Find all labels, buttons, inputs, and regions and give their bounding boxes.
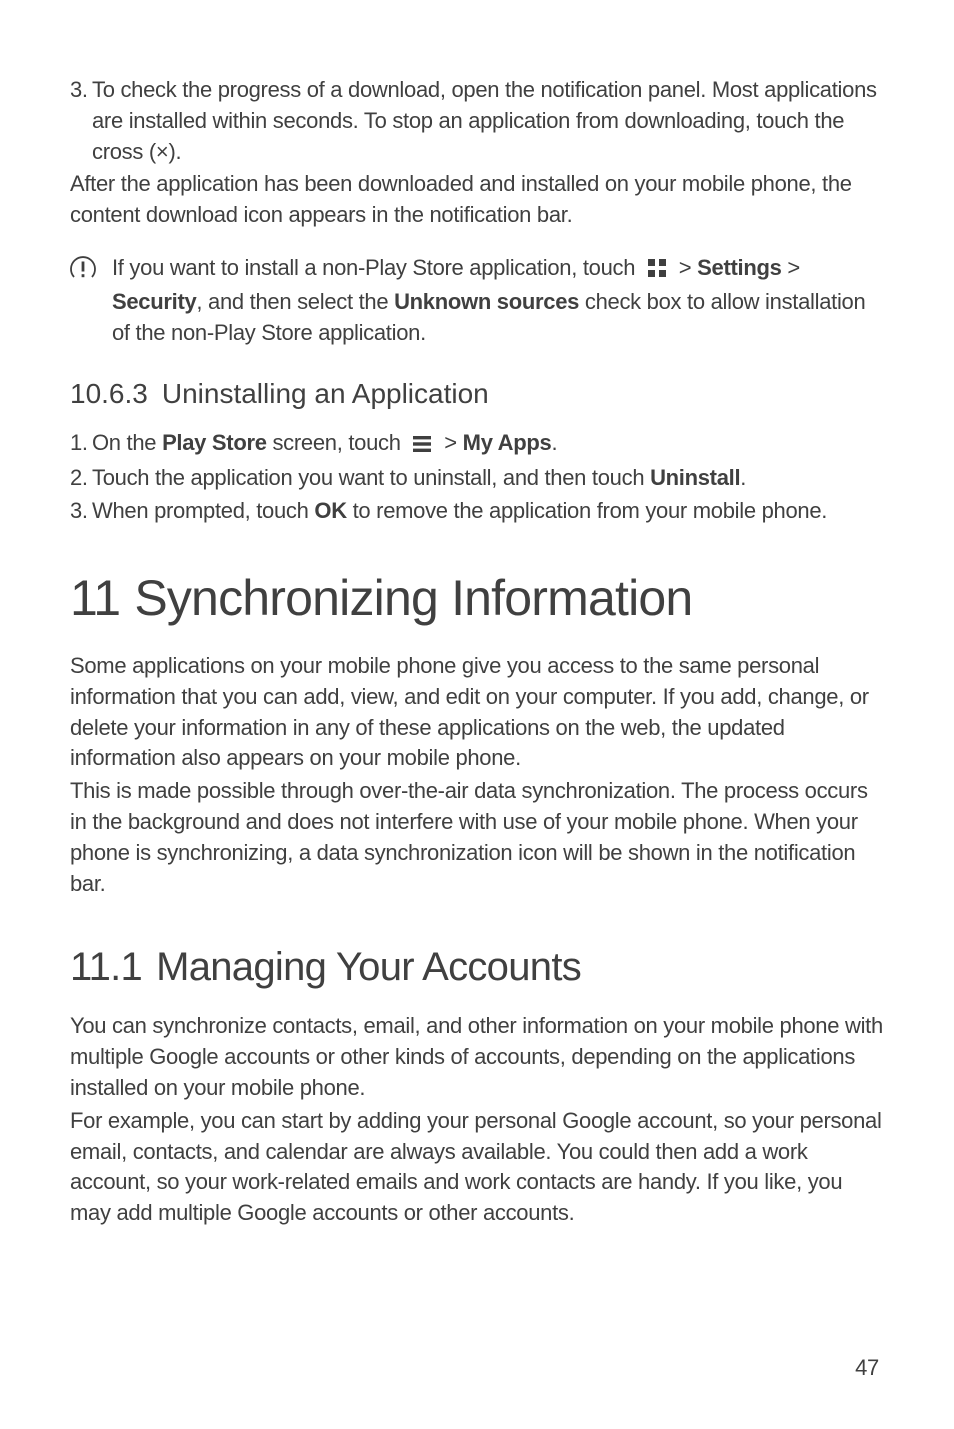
bold-settings: Settings	[697, 255, 781, 280]
heading-title: Synchronizing Information	[134, 570, 692, 626]
bold-uninstall: Uninstall	[650, 465, 740, 490]
paragraph-after-download: After the application has been downloade…	[70, 169, 884, 231]
step-number: 3.	[70, 496, 92, 527]
text: >	[782, 255, 800, 280]
step-number: 2.	[70, 463, 92, 494]
heading-title: Managing Your Accounts	[156, 945, 581, 989]
bold-play-store: Play Store	[162, 430, 267, 455]
heading-number: 11	[70, 563, 120, 633]
text: >	[673, 255, 697, 280]
apps-grid-icon	[647, 256, 667, 287]
heading-number: 10.6.3	[70, 374, 148, 413]
step-body: To check the progress of a download, ope…	[92, 75, 877, 167]
step-body: When prompted, touch OK to remove the ap…	[92, 496, 827, 527]
note-icon-wrap	[70, 253, 112, 348]
text: On the	[92, 430, 162, 455]
uninstall-step-3: 3. When prompted, touch OK to remove the…	[70, 496, 884, 527]
step-number: 3.	[70, 75, 92, 167]
text: When prompted, touch	[92, 498, 314, 523]
heading-title: Uninstalling an Application	[162, 378, 489, 409]
bold-security: Security	[112, 289, 196, 314]
text: to remove the application from your mobi…	[347, 498, 827, 523]
heading-number: 11.1	[70, 939, 142, 995]
text: .	[740, 465, 746, 490]
step-number: 1.	[70, 428, 92, 462]
text: If you want to install a non-Play Store …	[112, 255, 641, 280]
text: , and then select the	[196, 289, 394, 314]
heading-11: 11Synchronizing Information	[70, 563, 884, 633]
text: cross (×).	[92, 139, 181, 164]
bold-my-apps: My Apps	[463, 430, 552, 455]
ordered-step-3: 3. To check the progress of a download, …	[70, 75, 884, 167]
text: >	[438, 430, 462, 455]
text: screen, touch	[267, 430, 407, 455]
alert-icon	[70, 268, 96, 285]
step-body: On the Play Store screen, touch > My App…	[92, 428, 557, 462]
sync-paragraph-2: This is made possible through over-the-a…	[70, 776, 884, 899]
heading-10-6-3: 10.6.3 Uninstalling an Application	[70, 374, 884, 413]
bold-unknown-sources: Unknown sources	[394, 289, 579, 314]
uninstall-step-1: 1. On the Play Store screen, touch > My …	[70, 428, 884, 462]
uninstall-step-2: 2. Touch the application you want to uni…	[70, 463, 884, 494]
sync-paragraph-1: Some applications on your mobile phone g…	[70, 651, 884, 774]
step-body: Touch the application you want to uninst…	[92, 463, 746, 494]
page-number: 47	[855, 1353, 879, 1384]
text: To check the progress of a download, ope…	[92, 77, 877, 102]
note-block: If you want to install a non-Play Store …	[70, 253, 884, 348]
text: are installed within seconds. To stop an…	[92, 108, 844, 133]
menu-icon	[412, 431, 432, 462]
heading-11-1: 11.1 Managing Your Accounts	[70, 939, 884, 995]
text: Touch the application you want to uninst…	[92, 465, 650, 490]
text: .	[551, 430, 557, 455]
bold-ok: OK	[314, 498, 346, 523]
note-body: If you want to install a non-Play Store …	[112, 253, 884, 348]
accounts-paragraph-2: For example, you can start by adding you…	[70, 1106, 884, 1229]
accounts-paragraph-1: You can synchronize contacts, email, and…	[70, 1011, 884, 1103]
